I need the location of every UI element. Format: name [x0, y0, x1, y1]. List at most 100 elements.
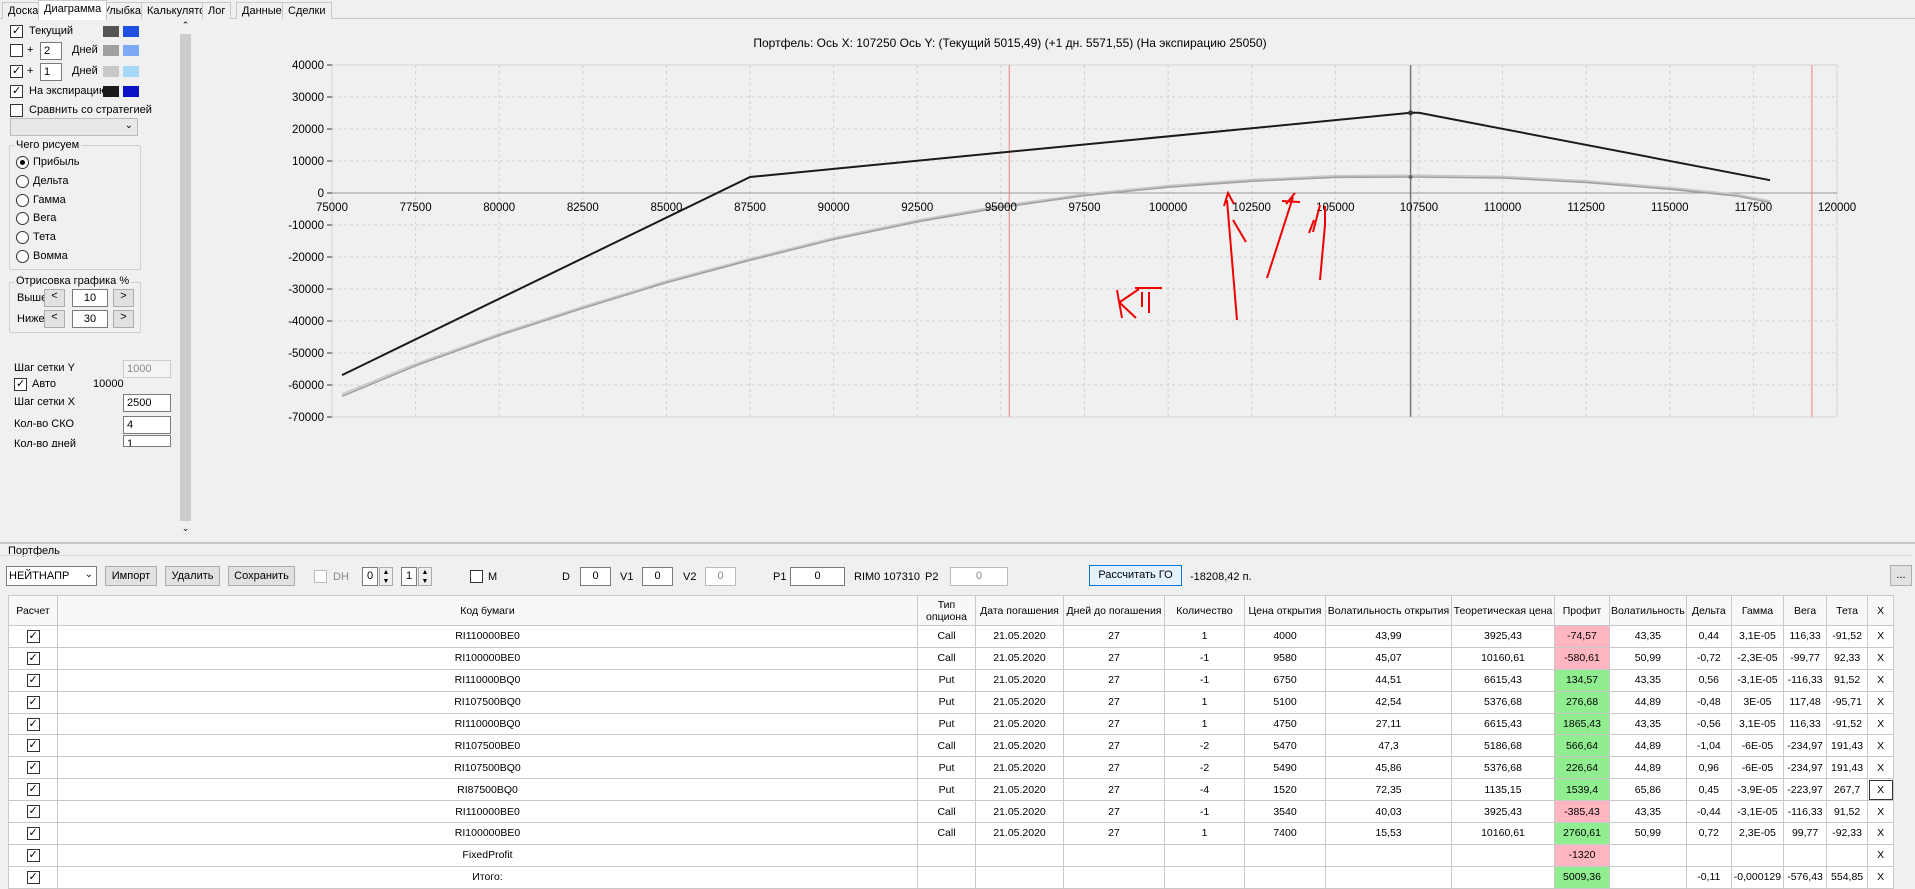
grid-y-input[interactable]: 1000: [123, 360, 171, 378]
above-increase-button[interactable]: >: [113, 289, 134, 307]
col-header-days[interactable]: Дней до погашения: [1063, 595, 1165, 626]
calc-checkbox[interactable]: [26, 782, 40, 797]
v1-input[interactable]: 0: [642, 567, 673, 586]
cell-calc[interactable]: [8, 822, 58, 845]
days2-checkbox[interactable]: [10, 44, 23, 57]
cell-calc[interactable]: [8, 756, 58, 780]
cell-calc[interactable]: [8, 778, 58, 802]
m-checkbox[interactable]: [470, 570, 483, 583]
calc-checkbox[interactable]: [26, 870, 40, 884]
cell-calc[interactable]: [8, 646, 58, 670]
col-header-qty[interactable]: Количество: [1164, 595, 1245, 626]
cell-remove[interactable]: X: [1867, 712, 1895, 736]
grid-x-input[interactable]: 2500: [123, 394, 171, 412]
tab-log[interactable]: Лог: [202, 2, 232, 19]
table-row[interactable]: RI110000BQ0Put21.05.2020271475027,116615…: [8, 712, 1895, 736]
cell-calc[interactable]: [8, 625, 58, 648]
cell-calc[interactable]: [8, 668, 58, 692]
expiry-color-light[interactable]: [123, 86, 139, 97]
save-button[interactable]: Сохранить: [228, 566, 295, 586]
calc-checkbox[interactable]: [26, 651, 40, 665]
col-header-vega[interactable]: Вега: [1783, 595, 1828, 626]
days2-input[interactable]: 2: [40, 42, 62, 60]
dh-checkbox[interactable]: [314, 570, 327, 583]
current-color-light[interactable]: [123, 26, 139, 37]
chart-area[interactable]: Портфель: Ось X: 107250 Ось Y: (Текущий …: [192, 20, 1915, 540]
cell-remove[interactable]: X: [1867, 756, 1895, 780]
p2-input[interactable]: 0: [950, 567, 1008, 586]
days1-input[interactable]: 1: [40, 63, 62, 81]
below-input[interactable]: 30: [72, 310, 108, 328]
more-button[interactable]: ...: [1890, 565, 1912, 586]
cell-remove[interactable]: X: [1867, 734, 1895, 758]
table-row[interactable]: RI107500BQ0Put21.05.2020271510042,545376…: [8, 690, 1895, 714]
cell-remove[interactable]: X: [1867, 690, 1895, 714]
col-header-profit[interactable]: Профит: [1554, 595, 1610, 626]
dh-spinner-1[interactable]: ▲ ▼: [379, 567, 393, 586]
expiry-checkbox[interactable]: [10, 84, 23, 98]
cell-remove[interactable]: X: [1867, 800, 1895, 824]
col-header-date[interactable]: Дата погашения: [975, 595, 1064, 626]
table-row[interactable]: RI107500BE0Call21.05.202027-2547047,3518…: [8, 734, 1895, 758]
calc-checkbox[interactable]: [26, 826, 40, 840]
scroll-thumb[interactable]: [180, 34, 191, 521]
d-input[interactable]: 0: [580, 567, 611, 586]
sko-input[interactable]: 4: [123, 416, 171, 434]
col-header-vol[interactable]: Волатильность: [1609, 595, 1687, 626]
auto-checkbox[interactable]: [14, 377, 27, 391]
cell-remove[interactable]: X: [1867, 625, 1895, 648]
col-header-calc[interactable]: Расчет: [8, 595, 58, 626]
above-input[interactable]: 10: [72, 289, 108, 307]
cell-remove[interactable]: X: [1867, 865, 1895, 889]
days1-color-light[interactable]: [123, 66, 139, 77]
table-row[interactable]: RI107500BQ0Put21.05.202027-2549045,86537…: [8, 756, 1895, 780]
radio-vomma[interactable]: [16, 250, 29, 263]
cell-remove[interactable]: X: [1867, 822, 1895, 845]
col-header-open-price[interactable]: Цена открытия: [1244, 595, 1326, 626]
days1-checkbox[interactable]: [10, 64, 23, 78]
radio-theta[interactable]: [16, 231, 29, 244]
delete-button[interactable]: Удалить: [165, 566, 220, 586]
above-decrease-button[interactable]: <: [44, 289, 65, 307]
cell-remove[interactable]: X: [1867, 778, 1895, 802]
compare-checkbox[interactable]: [10, 104, 23, 117]
cell-calc[interactable]: [8, 690, 58, 714]
col-header-remove[interactable]: X: [1867, 595, 1895, 626]
portfolio-chart[interactable]: Портфель: Ось X: 107250 Ось Y: (Текущий …: [192, 20, 1915, 540]
cell-remove[interactable]: X: [1867, 646, 1895, 670]
p1-input[interactable]: 0: [790, 567, 845, 586]
col-header-type[interactable]: Тип опциона: [917, 595, 976, 626]
table-row[interactable]: FixedProfit -1320 X: [8, 843, 1895, 867]
below-decrease-button[interactable]: <: [44, 310, 65, 328]
table-row[interactable]: Итого: 5009,36 -0,11-0,000129-576,43554,85…: [8, 865, 1895, 889]
scroll-down-icon[interactable]: ⌄: [179, 523, 192, 536]
splitter[interactable]: [0, 542, 1915, 544]
days2-color-light[interactable]: [123, 45, 139, 56]
cell-remove[interactable]: X: [1867, 668, 1895, 692]
radio-delta[interactable]: [16, 175, 29, 188]
days1-color-dark[interactable]: [103, 66, 119, 77]
calculate-go-button[interactable]: Рассчитать ГО: [1089, 565, 1182, 586]
settings-scrollbar[interactable]: ⌃ ⌄: [179, 20, 192, 536]
cell-calc[interactable]: [8, 734, 58, 758]
v2-input[interactable]: 0: [705, 567, 736, 586]
days2-color-dark[interactable]: [103, 45, 119, 56]
expiry-color-dark[interactable]: [103, 86, 119, 97]
scroll-up-icon[interactable]: ⌃: [179, 20, 192, 33]
calc-checkbox[interactable]: [26, 695, 40, 709]
current-checkbox[interactable]: [10, 24, 23, 38]
table-row[interactable]: RI110000BQ0Put21.05.202027-1675044,51661…: [8, 668, 1895, 692]
calc-checkbox[interactable]: [26, 673, 40, 687]
calc-checkbox[interactable]: [26, 738, 40, 753]
calc-checkbox[interactable]: [26, 760, 40, 775]
strategy-dropdown[interactable]: НЕЙТНАПР ⌄: [6, 566, 97, 586]
calc-checkbox[interactable]: [26, 629, 40, 643]
col-header-code[interactable]: Код бумаги: [57, 595, 918, 626]
calc-checkbox[interactable]: [26, 848, 40, 862]
table-row[interactable]: RI100000BE0Call21.05.202027-1958045,0710…: [8, 646, 1895, 670]
col-header-delta[interactable]: Дельта: [1685, 595, 1732, 626]
col-header-open-vol[interactable]: Волатильность открытия: [1325, 595, 1452, 626]
tab-diagram[interactable]: Диаграмма: [38, 0, 108, 20]
days-count-input[interactable]: 1: [123, 435, 171, 447]
dh-input-2[interactable]: 1: [401, 567, 417, 586]
